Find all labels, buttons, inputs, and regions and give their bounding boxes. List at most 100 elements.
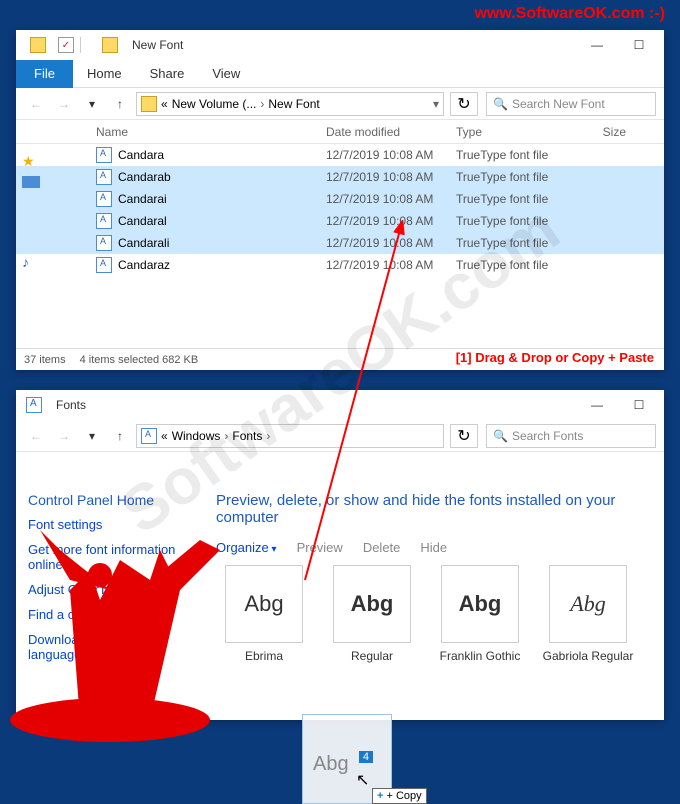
file-name: Candaral: [118, 214, 326, 228]
font-tile[interactable]: Abg Gabriola Regular: [540, 565, 636, 663]
download-fonts-link[interactable]: Download fonts for all languages: [28, 627, 208, 667]
find-character-link[interactable]: Find a character: [28, 602, 208, 627]
recent-dropdown[interactable]: ▾: [80, 92, 104, 116]
search-input[interactable]: 🔍 Search New Font: [486, 92, 656, 116]
recent-dropdown[interactable]: ▾: [80, 424, 104, 448]
file-date: 12/7/2019 10:08 AM: [326, 214, 456, 228]
preview-button[interactable]: Preview: [297, 540, 343, 555]
star-icon: ★: [22, 153, 35, 170]
cp-home-link[interactable]: Control Panel Home: [28, 492, 208, 508]
col-date[interactable]: Date modified: [326, 125, 456, 139]
font-file-icon: [96, 235, 112, 251]
col-type[interactable]: Type: [456, 125, 576, 139]
qat-check-icon[interactable]: [58, 37, 74, 53]
font-grid: Abg Ebrima Abg Regular Abg Franklin Goth…: [216, 565, 654, 663]
font-tile[interactable]: Abg Franklin Gothic: [432, 565, 528, 663]
file-type: TrueType font file: [456, 148, 576, 162]
hide-button[interactable]: Hide: [420, 540, 447, 555]
tab-share[interactable]: Share: [136, 62, 199, 85]
folder-icon: [30, 37, 46, 53]
file-row[interactable]: Candaral12/7/2019 10:08 AMTrueType font …: [16, 210, 664, 232]
qat-dropdown-icon[interactable]: [80, 37, 96, 53]
font-tile[interactable]: Abg Ebrima: [216, 565, 312, 663]
file-date: 12/7/2019 10:08 AM: [326, 258, 456, 272]
file-row[interactable]: Candara12/7/2019 10:08 AMTrueType font f…: [16, 144, 664, 166]
tab-home[interactable]: Home: [73, 62, 136, 85]
col-name[interactable]: Name: [96, 125, 326, 139]
breadcrumb-volume[interactable]: New Volume (...: [172, 97, 257, 111]
copy-tooltip: + + Copy: [372, 788, 427, 804]
status-items: 37 items: [24, 354, 66, 366]
up-button[interactable]: ↑: [108, 424, 132, 448]
file-type: TrueType font file: [456, 192, 576, 206]
file-row[interactable]: Candarali12/7/2019 10:08 AMTrueType font…: [16, 232, 664, 254]
breadcrumb-windows[interactable]: Windows: [172, 429, 221, 443]
breadcrumb[interactable]: « New Volume (... › New Font ▾: [136, 92, 444, 116]
breadcrumb-prefix: «: [161, 429, 168, 443]
drag-count-badge: 4: [359, 751, 373, 763]
copy-tooltip-text: + Copy: [387, 790, 422, 802]
window-title: Fonts: [56, 398, 86, 412]
breadcrumb[interactable]: « Windows › Fonts ›: [136, 424, 444, 448]
file-name: Candarai: [118, 192, 326, 206]
drive-item[interactable]: [16, 173, 76, 191]
col-size[interactable]: Size: [576, 125, 626, 139]
file-row[interactable]: Candarab12/7/2019 10:08 AMTrueType font …: [16, 166, 664, 188]
nav-pane: ★ ♪: [16, 150, 76, 330]
minimize-button[interactable]: —: [576, 390, 618, 420]
font-file-icon: [96, 169, 112, 185]
fonts-heading: Preview, delete, or show and hide the fo…: [216, 492, 654, 526]
columns-header: Name Date modified Type Size: [16, 120, 664, 144]
back-button[interactable]: ←: [24, 424, 48, 448]
file-row[interactable]: Candaraz12/7/2019 10:08 AMTrueType font …: [16, 254, 664, 276]
file-name: Candara: [118, 148, 326, 162]
file-list: Candara12/7/2019 10:08 AMTrueType font f…: [16, 144, 664, 276]
tab-file[interactable]: File: [16, 60, 73, 88]
font-settings-link[interactable]: Font settings: [28, 512, 208, 537]
fonts-toolbar: Organize Preview Delete Hide: [216, 540, 654, 555]
quick-access[interactable]: ★: [16, 150, 76, 173]
breadcrumb-dropdown-icon[interactable]: ▾: [433, 97, 439, 111]
file-date: 12/7/2019 10:08 AM: [326, 236, 456, 250]
fonts-icon: [26, 397, 42, 413]
file-name: Candarali: [118, 236, 326, 250]
annotation-drag-drop: [1] Drag & Drop or Copy + Paste: [456, 350, 654, 365]
font-preview-icon: Abg: [225, 565, 303, 643]
cleartype-link[interactable]: Adjust ClearType text: [28, 577, 208, 602]
back-button[interactable]: ←: [24, 92, 48, 116]
search-input[interactable]: 🔍 Search Fonts: [486, 424, 656, 448]
font-name: Ebrima: [216, 649, 312, 663]
quick-access-toolbar: [24, 37, 96, 53]
font-preview-icon: Abg: [549, 565, 627, 643]
forward-button[interactable]: →: [52, 424, 76, 448]
minimize-button[interactable]: —: [576, 30, 618, 60]
file-type: TrueType font file: [456, 236, 576, 250]
tab-view[interactable]: View: [198, 62, 254, 85]
breadcrumb-fonts[interactable]: Fonts: [232, 429, 262, 443]
address-bar: ← → ▾ ↑ « Windows › Fonts › ↻ 🔍 Search F…: [16, 420, 664, 452]
search-placeholder: Search New Font: [512, 97, 605, 111]
organize-button[interactable]: Organize: [216, 540, 277, 555]
breadcrumb-folder[interactable]: New Font: [268, 97, 319, 111]
search-icon: 🔍: [493, 429, 508, 443]
status-selected: 4 items selected 682 KB: [80, 354, 199, 366]
music-item[interactable]: ♪: [16, 251, 76, 273]
font-tile[interactable]: Abg Regular: [324, 565, 420, 663]
font-file-icon: [96, 191, 112, 207]
up-button[interactable]: ↑: [108, 92, 132, 116]
breadcrumb-prefix: «: [161, 97, 168, 111]
titlebar: New Font — ☐: [16, 30, 664, 60]
chevron-right-icon: ›: [224, 429, 228, 443]
delete-button[interactable]: Delete: [363, 540, 401, 555]
maximize-button[interactable]: ☐: [618, 390, 660, 420]
refresh-button[interactable]: ↻: [450, 424, 478, 448]
more-font-info-link[interactable]: Get more font information online: [28, 537, 208, 577]
font-file-icon: [96, 147, 112, 163]
maximize-button[interactable]: ☐: [618, 30, 660, 60]
ribbon: File Home Share View: [16, 60, 664, 88]
file-type: TrueType font file: [456, 170, 576, 184]
file-row[interactable]: Candarai12/7/2019 10:08 AMTrueType font …: [16, 188, 664, 210]
refresh-button[interactable]: ↻: [450, 92, 478, 116]
forward-button[interactable]: →: [52, 92, 76, 116]
control-panel-sidebar: Control Panel Home Font settings Get mor…: [28, 492, 208, 667]
